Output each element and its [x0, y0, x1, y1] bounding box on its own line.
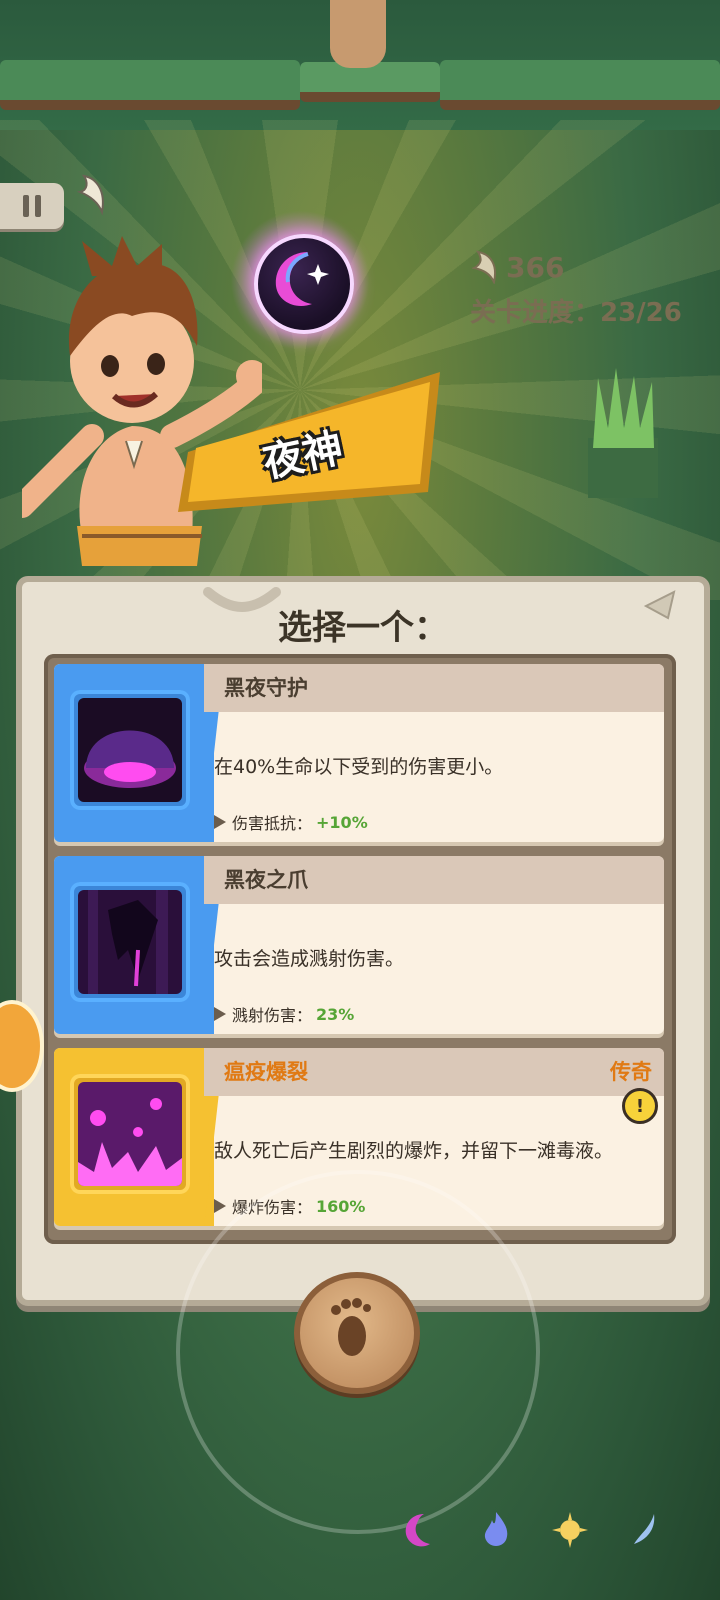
card-icon-frame: [70, 1074, 190, 1194]
stat-arrow-icon: [214, 1007, 226, 1021]
claw-currency-icon: [472, 250, 496, 284]
stat-value: 23%: [316, 1004, 355, 1024]
pause-icon-bar: [35, 195, 41, 217]
joystick-button[interactable]: [294, 1272, 420, 1394]
card-name: 瘟疫爆裂: [224, 1060, 308, 1084]
stage-progress: 关卡进度：23/26: [470, 298, 682, 328]
choice-card-night-guard[interactable]: 黑夜守护 在40%生命以下受到的伤害更小。 伤害抵抗： +10%: [54, 664, 664, 842]
wind-skill-icon: [634, 1514, 655, 1544]
terrain-ledge: [0, 60, 300, 110]
sun-skill-icon: [552, 1512, 588, 1548]
claw-icon: [76, 174, 104, 216]
dark-shield-dome-icon: [78, 698, 182, 802]
dark-claw-icon: [78, 890, 182, 994]
crescent-moon-orb-icon: [275, 252, 329, 306]
rarity-label: 传奇: [610, 1060, 652, 1084]
pause-icon: [23, 195, 29, 217]
moon-skill-icon: [405, 1514, 430, 1547]
stat-arrow-icon: [214, 1199, 226, 1213]
grass-tuft: [588, 368, 658, 498]
stat-label: 溅射伤害：: [232, 1006, 313, 1025]
stat-label: 伤害抵抗：: [232, 814, 313, 833]
card-description: 在40%生命以下受到的伤害更小。: [214, 756, 504, 778]
card-name: 黑夜守护: [224, 676, 308, 700]
flame-skill-icon: [484, 1512, 508, 1546]
panel-title: 选择一个：: [278, 608, 448, 648]
reward-orb: [230, 210, 370, 350]
plague-burst-icon: [78, 1082, 182, 1186]
stat-value: +10%: [316, 812, 368, 832]
pause-button[interactable]: [0, 183, 64, 229]
card-stat: 伤害抵抗： +10%: [214, 810, 368, 834]
skill-bar: [400, 1510, 700, 1570]
card-description: 敌人死亡后产生剧烈的爆炸，并留下一滩毒液。: [214, 1140, 614, 1162]
card-icon-frame: [70, 690, 190, 810]
coin-value: 366: [506, 250, 565, 284]
choice-list: 黑夜守护 在40%生命以下受到的伤害更小。 伤害抵抗： +10% 黑夜之爪 攻击…: [44, 654, 676, 1244]
stat-arrow-icon: [214, 815, 226, 829]
card-stat: 溅射伤害： 23%: [214, 1002, 354, 1026]
card-name: 黑夜之爪: [224, 868, 308, 892]
card-description: 攻击会造成溅射伤害。: [214, 948, 405, 970]
card-icon-frame: [70, 882, 190, 1002]
coin-counter: 366: [472, 250, 564, 284]
terrain-ledge: [300, 62, 440, 102]
info-alert-icon[interactable]: !: [622, 1088, 658, 1124]
footprint-icon: [331, 1298, 371, 1356]
terrain-ledge: [440, 60, 720, 110]
choice-card-night-claw[interactable]: 黑夜之爪 攻击会造成溅射伤害。 溅射伤害： 23%: [54, 856, 664, 1034]
tree-trunk: [330, 0, 386, 68]
